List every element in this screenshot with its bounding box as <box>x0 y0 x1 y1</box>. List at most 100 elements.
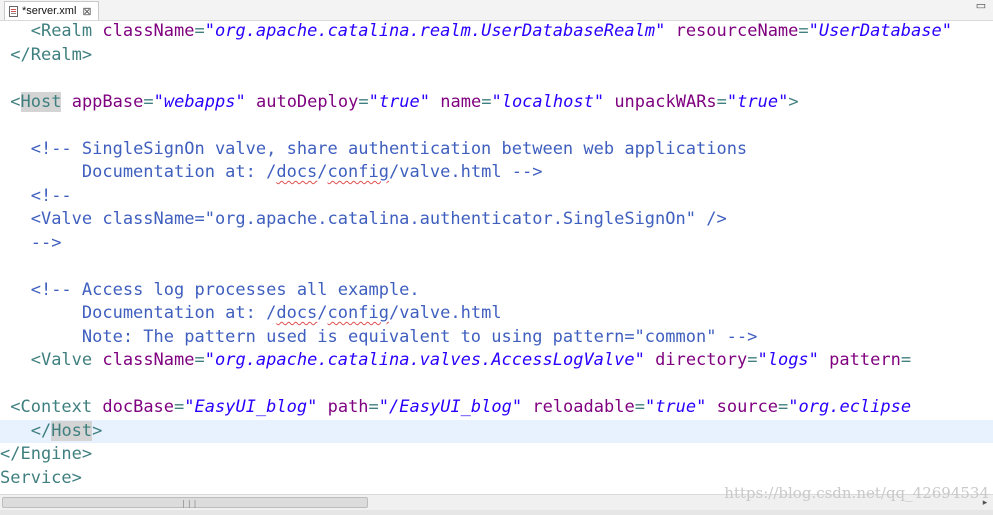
editor-tab-bar: *server.xml ⊠ ▭ <box>0 0 993 21</box>
code-token: = <box>481 91 492 112</box>
code-token: = <box>194 21 205 41</box>
code-token: name <box>440 91 482 112</box>
code-line[interactable]: </Host> <box>0 419 993 443</box>
code-token: / <box>317 162 328 182</box>
code-token: "true" <box>368 91 431 112</box>
code-token: "true" <box>644 397 707 417</box>
code-token: = <box>634 397 645 417</box>
code-token: = <box>900 350 912 370</box>
code-line[interactable]: <Host appBase="webapps" autoDeploy="true… <box>0 91 993 115</box>
code-token: docs <box>276 303 318 323</box>
code-line[interactable] <box>0 373 993 397</box>
code-token: "org.apache.catalina.valves.AccessLogVal… <box>204 350 645 370</box>
code-token: <!-- SingleSignOn valve, share authentic… <box>30 138 748 159</box>
code-line[interactable]: Documentation at: /docs/config/valve.htm… <box>0 161 993 185</box>
code-token: config <box>327 303 389 323</box>
code-token: = <box>368 397 379 417</box>
code-line[interactable] <box>0 114 993 138</box>
code-line[interactable] <box>0 255 993 279</box>
code-token: Host <box>20 91 62 112</box>
tab-server-xml[interactable]: *server.xml ⊠ <box>4 1 99 20</box>
code-token: "webapps" <box>153 91 246 112</box>
code-token: "logs" <box>757 350 819 370</box>
status-strip <box>0 510 993 515</box>
code-token: "localhost" <box>491 91 605 112</box>
code-line[interactable] <box>0 67 993 91</box>
tab-title: *server.xml <box>22 5 77 17</box>
code-line[interactable]: <Realm className="org.apache.catalina.re… <box>0 20 993 44</box>
code-token: > <box>788 91 799 112</box>
code-token: --> <box>30 232 62 253</box>
code-token: "org.apache.catalina.realm.UserDatabaseR… <box>204 21 666 41</box>
grip-icon: ||| <box>181 499 199 508</box>
code-token: Note: The pattern used is equivalent to … <box>0 326 758 347</box>
code-token: < <box>10 91 21 112</box>
code-token: / <box>317 303 328 323</box>
code-line[interactable]: </Realm> <box>0 44 993 68</box>
code-token: <Valve <box>30 350 103 370</box>
code-token: <!-- Access log processes all example. <box>30 279 420 300</box>
code-token: <Context <box>10 397 103 417</box>
code-token: docs <box>276 162 318 182</box>
code-line[interactable]: --> <box>0 232 993 256</box>
code-token: /valve.html <box>388 303 502 323</box>
code-token: reloadable <box>532 397 635 417</box>
code-token: docBase <box>102 397 175 417</box>
code-token: </ <box>30 420 52 441</box>
code-editor[interactable]: <Realm className="org.apache.catalina.re… <box>0 20 993 494</box>
code-token: = <box>747 350 758 370</box>
code-token: "EasyUI_blog" <box>184 397 318 417</box>
code-token: = <box>143 91 154 112</box>
code-token: pattern <box>829 350 901 370</box>
code-token: source <box>716 397 779 417</box>
code-token: = <box>174 397 185 417</box>
code-token: </Engine> <box>0 444 93 464</box>
code-token: "org.eclipse <box>788 397 912 417</box>
code-token: resourceName <box>675 21 799 41</box>
code-token: = <box>778 397 789 417</box>
code-token: <!-- <box>30 185 72 206</box>
watermark: https://blog.csdn.net/qq_42694534 <box>724 484 989 502</box>
code-token: config <box>327 162 389 182</box>
code-line[interactable]: <Valve className="org.apache.catalina.au… <box>0 208 993 232</box>
code-line[interactable]: Documentation at: /docs/config/valve.htm… <box>0 302 993 326</box>
code-line[interactable]: <!-- <box>0 185 993 209</box>
code-token: autoDeploy <box>255 91 359 112</box>
restore-icon[interactable]: ▭ <box>975 1 987 13</box>
code-line[interactable]: <Context docBase="EasyUI_blog" path="/Ea… <box>0 396 993 420</box>
code-token: "UserDatabase" <box>808 21 952 41</box>
code-token: className <box>102 21 195 41</box>
close-icon[interactable]: ⊠ <box>82 5 91 18</box>
code-token: className <box>102 350 195 370</box>
code-token: <Realm <box>30 21 103 41</box>
code-token: = <box>194 350 205 370</box>
code-token: Documentation at: / <box>0 303 277 323</box>
code-token: = <box>716 91 727 112</box>
code-line[interactable]: </Engine> <box>0 443 993 467</box>
scrollbar-thumb[interactable]: ||| <box>2 497 368 508</box>
code-token: "/EasyUI_blog" <box>378 397 523 417</box>
code-token: = <box>798 21 809 41</box>
code-line[interactable]: <!-- Access log processes all example. <box>0 279 993 303</box>
code-token: Service> <box>0 467 82 488</box>
code-line[interactable]: <!-- SingleSignOn valve, share authentic… <box>0 138 993 162</box>
code-line[interactable]: <Valve className="org.apache.catalina.va… <box>0 349 993 373</box>
code-token: directory <box>655 350 748 370</box>
code-token: </Realm> <box>10 44 93 65</box>
code-line[interactable]: Note: The pattern used is equivalent to … <box>0 326 993 350</box>
